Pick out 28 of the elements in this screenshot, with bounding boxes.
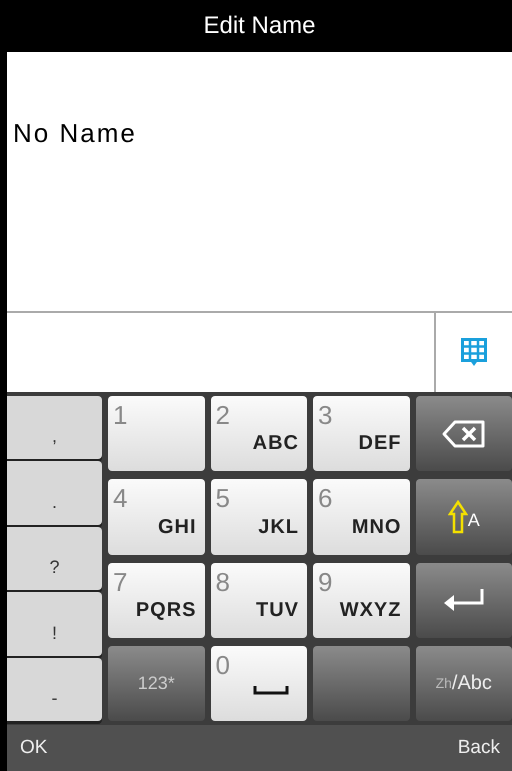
punctuation-key[interactable]: ? xyxy=(7,526,102,590)
enter-icon xyxy=(442,587,486,614)
digit-key[interactable]: 4 GHI xyxy=(108,479,204,554)
keypad-icon xyxy=(461,338,487,368)
punctuation-key[interactable]: , xyxy=(7,396,102,460)
ok-button[interactable]: OK xyxy=(20,737,48,759)
punctuation-key[interactable]: - xyxy=(7,658,102,722)
enter-key[interactable] xyxy=(416,562,512,638)
digit-key[interactable]: 3 DEF xyxy=(313,396,410,472)
back-button[interactable]: Back xyxy=(458,737,500,759)
shift-key[interactable]: A xyxy=(416,479,512,554)
blank-key[interactable] xyxy=(313,646,410,721)
shift-arrow-icon xyxy=(448,500,468,534)
digit-key[interactable]: 8 TUV xyxy=(210,562,307,638)
digit-key[interactable]: 2 ABC xyxy=(210,396,307,472)
punctuation-key[interactable]: ! xyxy=(7,592,102,656)
space-icon xyxy=(253,685,289,695)
name-text: No Name xyxy=(13,118,137,150)
digit-key[interactable]: 9 WXYZ xyxy=(313,562,410,638)
text-area[interactable]: No Name xyxy=(7,52,512,313)
punctuation-key[interactable]: . xyxy=(7,461,102,525)
window-title: Edit Name xyxy=(203,12,316,40)
digit-key[interactable]: 7 PQRS xyxy=(108,562,204,638)
backspace-key[interactable] xyxy=(416,396,512,472)
language-key[interactable]: Zh/Abc xyxy=(416,646,512,721)
backspace-icon xyxy=(440,418,487,449)
digit-key[interactable]: 5 JKL xyxy=(210,479,307,554)
digit-key[interactable]: 6 MNO xyxy=(313,479,410,554)
